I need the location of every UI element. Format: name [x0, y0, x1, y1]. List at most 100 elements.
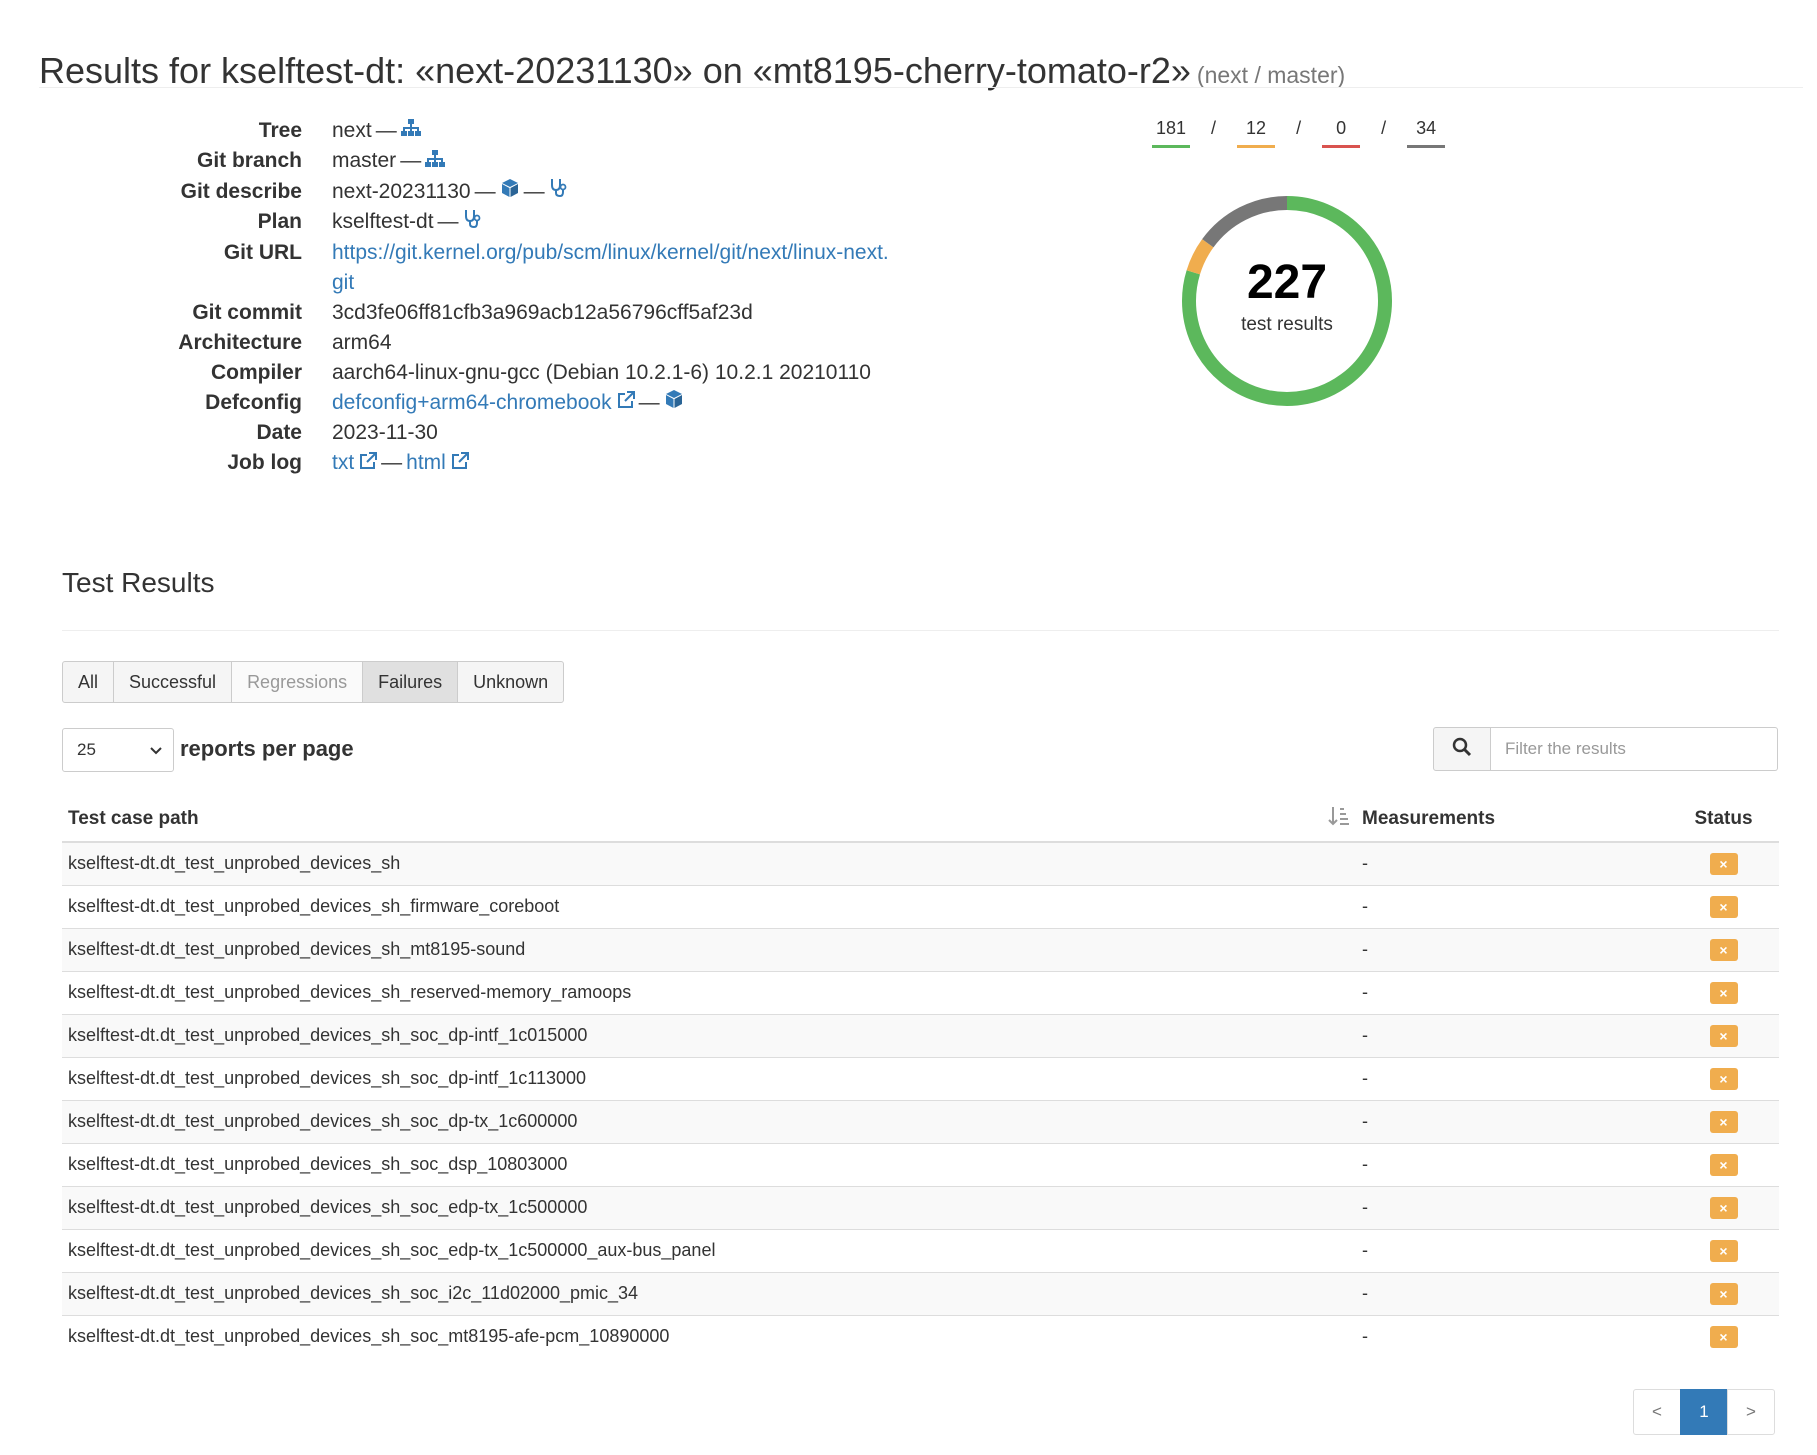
- detail-label: Plan: [257, 210, 302, 234]
- detail-label: Compiler: [210, 360, 302, 384]
- table-row[interactable]: kselftest-dt.dt_test_unprobed_devices_sh…: [62, 970, 1779, 1014]
- detail-value: next —: [332, 116, 892, 146]
- table-row[interactable]: kselftest-dt.dt_test_unprobed_devices_sh…: [62, 1099, 1779, 1143]
- detail-label: Tree: [258, 119, 302, 142]
- detail-value: next-20231130— —: [332, 177, 892, 207]
- status-cell: ×: [1668, 1099, 1779, 1143]
- total-results-count: 227: [1246, 256, 1328, 309]
- status-cell: ×: [1668, 884, 1779, 928]
- test-case-path[interactable]: kselftest-dt.dt_test_unprobed_devices_sh…: [62, 884, 1356, 928]
- table-row[interactable]: kselftest-dt.dt_test_unprobed_devices_sh…: [62, 1056, 1779, 1100]
- table-row[interactable]: kselftest-dt.dt_test_unprobed_devices_sh…: [62, 1228, 1779, 1272]
- separator: —: [437, 210, 459, 234]
- test-case-path[interactable]: kselftest-dt.dt_test_unprobed_devices_sh…: [62, 927, 1356, 971]
- git-url-link[interactable]: https://git.kernel.org/pub/scm/linux/ker…: [332, 241, 889, 294]
- test-case-path[interactable]: kselftest-dt.dt_test_unprobed_devices_sh…: [62, 1271, 1356, 1315]
- filter-successful-button[interactable]: Successful: [113, 661, 233, 703]
- job-log-html-link[interactable]: html: [406, 451, 446, 474]
- search-button[interactable]: [1433, 727, 1491, 771]
- separator: —: [381, 451, 403, 475]
- column-header-measurements[interactable]: Measurements: [1356, 797, 1668, 843]
- cube-icon[interactable]: [664, 388, 684, 418]
- compiler-value: aarch64-linux-gnu-gcc (Debian 10.2.1-6) …: [332, 360, 871, 384]
- count-separator: /: [1296, 118, 1302, 138]
- test-case-path[interactable]: kselftest-dt.dt_test_unprobed_devices_sh…: [62, 1056, 1356, 1100]
- external-link-icon[interactable]: [451, 449, 469, 479]
- count-separator: /: [1211, 118, 1217, 138]
- stethoscope-icon[interactable]: [549, 177, 567, 207]
- architecture-value: arm64: [332, 330, 392, 354]
- per-page-select[interactable]: 25: [62, 728, 174, 772]
- detail-row-architecture: Architecture arm64: [120, 328, 952, 358]
- separator: —: [523, 179, 545, 203]
- pagination-page-button[interactable]: 1: [1680, 1389, 1728, 1435]
- test-case-path[interactable]: kselftest-dt.dt_test_unprobed_devices_sh…: [62, 1099, 1356, 1143]
- table-row[interactable]: kselftest-dt.dt_test_unprobed_devices_sh…: [62, 1185, 1779, 1229]
- job-log-txt-link[interactable]: txt: [332, 451, 354, 474]
- pass-count: 181: [1152, 118, 1191, 148]
- table-row[interactable]: kselftest-dt.dt_test_unprobed_devices_sh…: [62, 841, 1779, 885]
- stethoscope-icon[interactable]: [463, 208, 481, 238]
- sitemap-icon[interactable]: [425, 147, 446, 177]
- table-row[interactable]: kselftest-dt.dt_test_unprobed_devices_sh…: [62, 884, 1779, 928]
- detail-value: kselftest-dt —: [332, 207, 892, 237]
- filter-input[interactable]: [1491, 727, 1778, 771]
- measurements-value: -: [1356, 1185, 1668, 1229]
- status-fail-badge: ×: [1709, 895, 1738, 918]
- detail-value: txt — html: [332, 448, 892, 478]
- count-separator: /: [1381, 118, 1387, 138]
- pagination-next-button[interactable]: >: [1727, 1389, 1775, 1435]
- column-header-status[interactable]: Status: [1668, 797, 1779, 843]
- detail-label: Defconfig: [205, 390, 302, 414]
- table-row[interactable]: kselftest-dt.dt_test_unprobed_devices_sh…: [62, 927, 1779, 971]
- status-fail-badge: ×: [1709, 1153, 1738, 1176]
- result-counts: 181 / 12 / 0 / 34: [1152, 118, 1446, 148]
- column-header-path[interactable]: Test case path: [62, 797, 1328, 843]
- status-fail-badge: ×: [1709, 1239, 1738, 1262]
- fail-count: 0: [1322, 118, 1361, 148]
- filter-all-button[interactable]: All: [62, 661, 115, 703]
- status-cell: ×: [1668, 1271, 1779, 1315]
- filter-regressions-button[interactable]: Regressions: [231, 661, 364, 703]
- sitemap-icon[interactable]: [400, 116, 421, 146]
- detail-row-tree: Tree next —: [120, 116, 952, 146]
- status-fail-badge: ×: [1709, 1024, 1738, 1047]
- table-row[interactable]: kselftest-dt.dt_test_unprobed_devices_sh…: [62, 1314, 1779, 1358]
- measurements-value: -: [1356, 1228, 1668, 1272]
- detail-row-defconfig: Defconfig defconfig+arm64-chromebook —: [120, 388, 952, 418]
- filter-failures-button[interactable]: Failures: [362, 661, 459, 703]
- measurements-value: -: [1356, 970, 1668, 1014]
- sort-desc-icon[interactable]: [1328, 797, 1356, 843]
- test-case-path[interactable]: kselftest-dt.dt_test_unprobed_devices_sh…: [62, 1013, 1356, 1057]
- git-describe-value: next-20231130: [332, 179, 471, 203]
- status-cell: ×: [1668, 1013, 1779, 1057]
- pagination-prev-button[interactable]: <: [1633, 1389, 1681, 1435]
- detail-row-compiler: Compiler aarch64-linux-gnu-gcc (Debian 1…: [120, 358, 952, 388]
- per-page-value: 25: [77, 740, 96, 759]
- detail-label: Date: [256, 421, 302, 445]
- detail-label: Git branch: [196, 149, 302, 173]
- detail-label: Architecture: [178, 330, 302, 354]
- defconfig-link[interactable]: defconfig+arm64-chromebook: [332, 391, 612, 414]
- pagination: < 1 >: [1633, 1389, 1775, 1435]
- cube-icon[interactable]: [500, 177, 520, 207]
- table-row[interactable]: kselftest-dt.dt_test_unprobed_devices_sh…: [62, 1142, 1779, 1186]
- table-row[interactable]: kselftest-dt.dt_test_unprobed_devices_sh…: [62, 1013, 1779, 1057]
- search-icon: [1452, 737, 1472, 762]
- measurements-value: -: [1356, 1314, 1668, 1358]
- test-case-path[interactable]: kselftest-dt.dt_test_unprobed_devices_sh…: [62, 1185, 1356, 1229]
- external-link-icon[interactable]: [359, 449, 378, 479]
- test-case-path[interactable]: kselftest-dt.dt_test_unprobed_devices_sh…: [62, 1314, 1356, 1358]
- test-case-path[interactable]: kselftest-dt.dt_test_unprobed_devices_sh…: [62, 1228, 1356, 1272]
- git-branch-value: master: [332, 149, 397, 173]
- detail-row-git-describe: Git describe next-20231130— —: [120, 177, 952, 207]
- filter-unknown-button[interactable]: Unknown: [457, 661, 565, 703]
- status-fail-badge: ×: [1709, 938, 1738, 961]
- external-link-icon[interactable]: [617, 388, 635, 418]
- test-case-path[interactable]: kselftest-dt.dt_test_unprobed_devices_sh: [62, 841, 1356, 885]
- detail-row-git-commit: Git commit 3cd3fe06ff81cfb3a969acb12a567…: [120, 298, 952, 328]
- detail-row-job-log: Job log txt — html: [120, 448, 952, 478]
- table-row[interactable]: kselftest-dt.dt_test_unprobed_devices_sh…: [62, 1271, 1779, 1315]
- test-case-path[interactable]: kselftest-dt.dt_test_unprobed_devices_sh…: [62, 1142, 1356, 1186]
- test-case-path[interactable]: kselftest-dt.dt_test_unprobed_devices_sh…: [62, 970, 1356, 1014]
